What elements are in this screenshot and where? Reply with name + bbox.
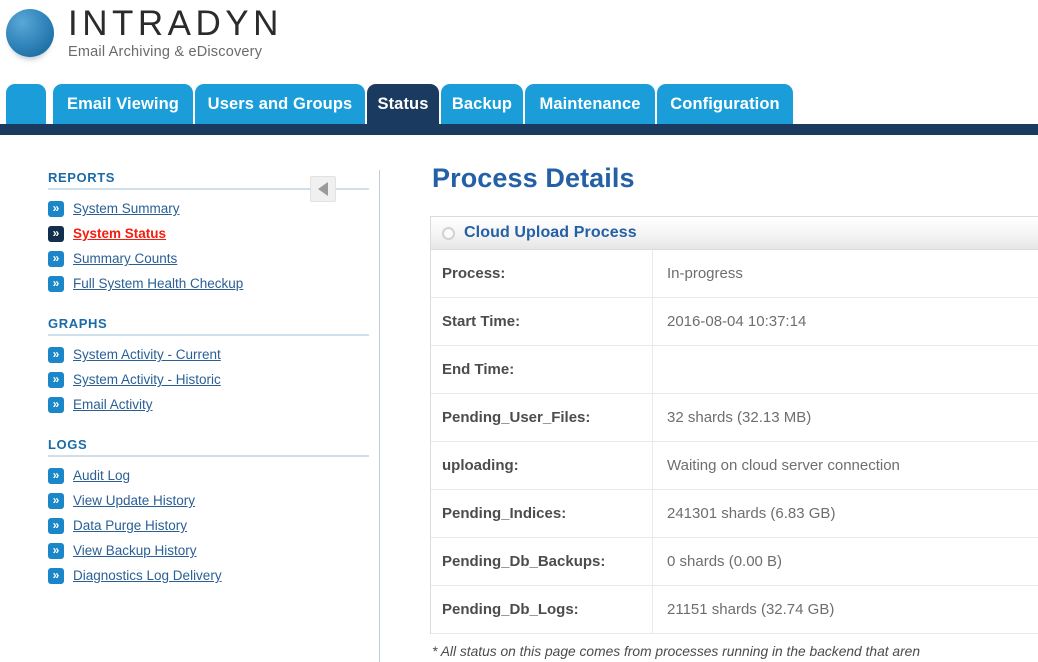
- sidebar-item-label: System Summary: [73, 201, 180, 216]
- application-window: INTRADYN Email Archiving & eDiscovery Em…: [0, 0, 1038, 662]
- detail-row: Start Time: 2016-08-04 10:37:14: [431, 298, 1038, 346]
- detail-row-value: 241301 shards (6.83 GB): [667, 505, 836, 522]
- sidebar-section-spacer: [40, 417, 379, 437]
- tab-email-viewing[interactable]: Email Viewing: [53, 84, 193, 124]
- process-details-panel: Cloud Upload Process Process: In-progress…: [430, 216, 1038, 634]
- sidebar-item-summary-counts[interactable]: Summary Counts: [40, 246, 379, 271]
- sidebar-section-spacer: [40, 296, 379, 316]
- page-title: Process Details: [432, 163, 635, 193]
- chevron-right-icon: [48, 225, 64, 242]
- page-header: INTRADYN Email Archiving & eDiscovery: [0, 0, 1038, 78]
- chevron-right-icon: [48, 567, 64, 584]
- sidebar-item-label: Email Activity: [73, 397, 153, 412]
- detail-row-key: uploading:: [431, 442, 653, 489]
- sidebar-item-label: System Activity - Historic: [73, 372, 221, 387]
- panel-header: Cloud Upload Process: [431, 217, 1038, 250]
- detail-row-value: [653, 346, 1038, 393]
- sidebar-item-diagnostics-log-delivery[interactable]: Diagnostics Log Delivery: [40, 563, 379, 588]
- chevron-right-icon: [48, 371, 64, 388]
- chevron-right-icon: [48, 467, 64, 484]
- main-content: Process Details Cloud Upload Process Pro…: [430, 163, 1038, 659]
- detail-row: uploading: Waiting on cloud server connec…: [431, 442, 1038, 490]
- detail-row: Pending_Db_Backups: 0 shards (0.00 B): [431, 538, 1038, 586]
- sidebar-collapse-button[interactable]: [310, 176, 336, 202]
- sidebar-item-view-update-history[interactable]: View Update History: [40, 488, 379, 513]
- sidebar-item-system-activity-current[interactable]: System Activity - Current: [40, 342, 379, 367]
- sidebar-item-email-activity[interactable]: Email Activity: [40, 392, 379, 417]
- chevron-right-icon: [48, 517, 64, 534]
- tab-configuration[interactable]: Configuration: [657, 84, 793, 124]
- navbar-underline: [0, 124, 1038, 135]
- tab-maintenance[interactable]: Maintenance: [525, 84, 655, 124]
- empty-circle-icon: [442, 226, 455, 240]
- detail-row-value: Waiting on cloud server connection: [667, 457, 900, 474]
- sidebar-section-title: GRAPHS: [48, 316, 108, 331]
- chevron-right-icon: [48, 396, 64, 413]
- sidebar-item-view-backup-history[interactable]: View Backup History: [40, 538, 379, 563]
- chevron-right-icon: [48, 492, 64, 509]
- brand-text: INTRADYN Email Archiving & eDiscovery: [68, 6, 283, 61]
- sidebar-list: System Summary System Status Summary Count…: [40, 196, 379, 296]
- detail-row-key: Pending_Indices:: [431, 490, 653, 537]
- tab-status[interactable]: Status: [367, 84, 439, 124]
- detail-row: Pending_Indices: 241301 shards (6.83 GB): [431, 490, 1038, 538]
- detail-row: Pending_User_Files: 32 shards (32.13 MB): [431, 394, 1038, 442]
- sidebar-item-label: Diagnostics Log Delivery: [73, 568, 222, 583]
- sidebar-item-full-system-health-checkup[interactable]: Full System Health Checkup: [40, 271, 379, 296]
- detail-row-key: Start Time:: [431, 298, 653, 345]
- brand-name: INTRADYN: [68, 4, 283, 43]
- detail-row-key: Pending_Db_Backups:: [431, 538, 653, 585]
- sidebar-item-label: Data Purge History: [73, 518, 188, 533]
- sidebar-section-divider: [48, 334, 369, 336]
- sidebar-item-label: System Activity - Current: [73, 347, 221, 362]
- sidebar-item-system-status[interactable]: System Status: [40, 221, 379, 246]
- sidebar-item-label: View Backup History: [73, 543, 197, 558]
- main-navigation-tabs: Email Viewing Users and Groups Status Ba…: [0, 84, 1038, 124]
- tab-backup[interactable]: Backup: [441, 84, 523, 124]
- brand-tagline: Email Archiving & eDiscovery: [68, 44, 263, 60]
- detail-row-value: 2016-08-04 10:37:14: [667, 313, 807, 330]
- detail-row-key: End Time:: [431, 346, 653, 393]
- sidebar-item-data-purge-history[interactable]: Data Purge History: [40, 513, 379, 538]
- detail-row-value: 21151 shards (32.74 GB): [667, 601, 835, 618]
- chevron-right-icon: [48, 200, 64, 217]
- chevron-right-icon: [48, 346, 64, 363]
- panel-title: Cloud Upload Process: [464, 224, 637, 241]
- chevron-right-icon: [48, 275, 64, 292]
- chevron-right-icon: [48, 250, 64, 267]
- detail-row: Process: In-progress: [431, 250, 1038, 298]
- chevron-right-icon: [48, 542, 64, 559]
- detail-row-key: Pending_User_Files:: [431, 394, 653, 441]
- sidebar: REPORTSSystem SummarySystem StatusSummar…: [40, 170, 380, 662]
- page-body: REPORTSSystem SummarySystem StatusSummar…: [0, 135, 1038, 662]
- detail-row: Pending_Db_Logs: 21151 shards (32.74 GB): [431, 586, 1038, 634]
- sidebar-item-label: View Update History: [73, 493, 196, 508]
- detail-row-value: 32 shards (32.13 MB): [667, 409, 812, 426]
- brand-logo[interactable]: INTRADYN Email Archiving & eDiscovery: [6, 6, 283, 61]
- detail-row-key: Pending_Db_Logs:: [431, 586, 653, 633]
- sidebar-item-label: Full System Health Checkup: [73, 276, 244, 291]
- detail-row-value: In-progress: [667, 265, 743, 282]
- detail-row-key: Process:: [431, 250, 653, 297]
- sidebar-section-title: LOGS: [48, 437, 88, 452]
- sidebar-list: Audit Log View Update History Data Purge H…: [40, 463, 379, 588]
- sidebar-item-label: Summary Counts: [73, 251, 178, 266]
- tab-users-and-groups[interactable]: Users and Groups: [195, 84, 365, 124]
- sidebar-item-system-activity-historic[interactable]: System Activity - Historic: [40, 367, 379, 392]
- footnote-text: * All status on this page comes from pro…: [432, 644, 921, 659]
- sidebar-item-label: Audit Log: [73, 468, 131, 483]
- sidebar-section-divider: [48, 455, 369, 457]
- detail-row: End Time:: [431, 346, 1038, 394]
- sidebar-list: System Activity - Current System Activity…: [40, 342, 379, 417]
- sidebar-item-audit-log[interactable]: Audit Log: [40, 463, 379, 488]
- sidebar-item-label: System Status: [73, 226, 167, 241]
- tab-stub: [6, 84, 46, 124]
- blue-sphere-logo-icon: [6, 9, 54, 57]
- detail-row-value: 0 shards (0.00 B): [667, 553, 783, 570]
